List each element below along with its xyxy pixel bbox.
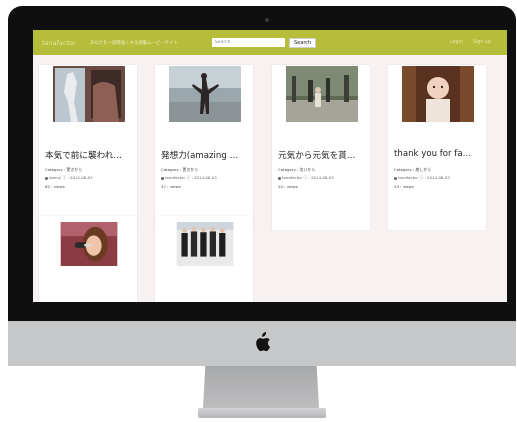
card-title[interactable]: 元気から元気を貰…: [278, 149, 368, 161]
card-views: 47 : views: [161, 184, 181, 189]
card-author-text: danny ⓘ : 2014-08-03: [49, 175, 93, 180]
signup-link[interactable]: Sign up: [473, 40, 491, 45]
search-button[interactable]: Search: [289, 37, 317, 48]
user-icon: [394, 176, 397, 180]
video-thumbnail[interactable]: [53, 66, 125, 122]
card-author: tanafactor ⓘ : 2014-08-03: [278, 175, 334, 181]
monitor-chin: [8, 321, 516, 366]
user-icon: [45, 176, 48, 180]
card-title[interactable]: 発想力(amazing …: [161, 149, 251, 161]
site-tagline: あなたを一段階強くする感動ムービーサイト: [90, 40, 178, 46]
video-thumbnail[interactable]: [169, 66, 241, 122]
monitor-bezel: tanafactor あなたを一段階強くする感動ムービーサイト Search L…: [8, 6, 516, 358]
video-card[interactable]: [39, 216, 137, 302]
card-views: 33 : views: [394, 184, 414, 189]
video-card[interactable]: thank you for fa… Category : 感しから tanafa…: [388, 65, 486, 230]
card-category: Category : 笑いから: [278, 167, 316, 172]
card-title[interactable]: thank you for fa…: [394, 149, 484, 159]
card-views: 20 : views: [278, 184, 298, 189]
video-thumbnail[interactable]: [286, 66, 358, 122]
card-author: danny ⓘ : 2014-08-03: [45, 175, 93, 181]
user-icon: [278, 176, 281, 180]
card-author-text: tanafactor ⓘ : 2014-08-03: [398, 175, 450, 180]
brand-logo[interactable]: tanafactor: [42, 39, 84, 47]
monitor-stand: [203, 366, 319, 408]
apple-logo-icon: [256, 332, 271, 352]
video-card[interactable]: 本気で前に襲われ… Category : 驚きから danny ⓘ : 2014…: [39, 65, 137, 230]
video-thumbnail[interactable]: [169, 222, 241, 266]
card-author-text: tanafactor ⓘ : 2014-08-03: [282, 175, 334, 180]
video-card[interactable]: 発想力(amazing … Category : 驚きから tanafactor…: [155, 65, 253, 230]
card-category: Category : 感しから: [394, 167, 432, 172]
navbar: tanafactor あなたを一段階強くする感動ムービーサイト Search L…: [33, 30, 507, 55]
card-views: 62 : views: [45, 184, 65, 189]
card-category: Category : 驚きから: [161, 167, 199, 172]
card-author: tanafactor ⓘ : 2014-08-03: [161, 175, 217, 181]
monitor-stand-base: [198, 408, 326, 418]
screen: tanafactor あなたを一段階強くする感動ムービーサイト Search L…: [33, 30, 507, 302]
card-title[interactable]: 本気で前に襲われ…: [45, 149, 135, 161]
card-author-text: tanafactor ⓘ : 2014-08-03: [165, 175, 217, 180]
camera-dot: [265, 18, 269, 22]
video-thumbnail[interactable]: [53, 222, 125, 266]
login-link[interactable]: Login: [450, 40, 463, 45]
video-thumbnail[interactable]: [402, 66, 474, 122]
card-author: tanafactor ⓘ : 2014-08-03: [394, 175, 450, 181]
video-card[interactable]: 元気から元気を貰… Category : 笑いから tanafactor ⓘ :…: [272, 65, 370, 230]
search-input[interactable]: [212, 38, 285, 47]
video-card[interactable]: [155, 216, 253, 302]
card-category: Category : 驚きから: [45, 167, 83, 172]
nav-links: Login Sign up: [450, 40, 491, 45]
user-icon: [161, 176, 164, 180]
